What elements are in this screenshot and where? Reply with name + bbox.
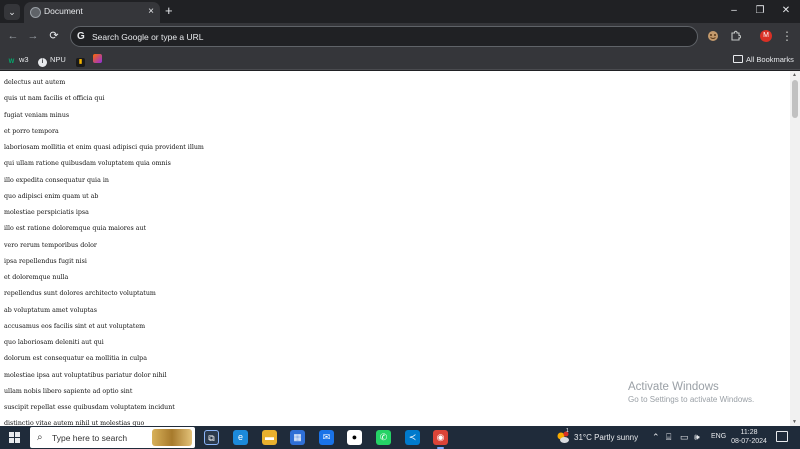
forward-button[interactable]: →	[25, 28, 41, 44]
search-highlight-image	[152, 429, 192, 446]
list-item: quo laboriosam deleniti aut qui	[4, 339, 104, 346]
chrome-menu-icon[interactable]: ⋮	[779, 28, 795, 44]
reload-button[interactable]: ⟳	[46, 28, 62, 44]
npu-icon: i	[38, 58, 47, 67]
scroll-up-arrow-icon[interactable]: ▲	[792, 72, 797, 78]
list-item: ab voluptatum amet voluptas	[4, 306, 98, 314]
tab-search-chevron-icon[interactable]: ⌄	[4, 4, 20, 20]
mail-icon[interactable]: ✉	[319, 430, 334, 445]
list-item: et porro tempora	[4, 127, 59, 135]
list-item: illo est ratione doloremque quia maiores…	[4, 225, 147, 233]
list-item: et doloremque nulla	[4, 274, 69, 281]
activate-windows-title: Activate Windows	[628, 381, 719, 393]
bookmark-icon-4	[93, 54, 102, 63]
back-button[interactable]: ←	[5, 28, 21, 44]
task-view-icon[interactable]: ⧉	[204, 430, 219, 445]
clock-time: 11:28	[740, 429, 758, 436]
weather-alert-badge: 1	[566, 428, 569, 434]
list-item: dolorum est consequatur ea mollitia in c…	[4, 355, 147, 363]
folder-icon	[733, 55, 743, 63]
omnibox-placeholder: Search Google or type a URL	[92, 32, 204, 42]
scroll-thumb[interactable]	[792, 80, 798, 118]
google-icon: G	[77, 31, 85, 42]
globe-icon	[30, 7, 41, 18]
bookmark-w3[interactable]: Ww3	[7, 54, 29, 66]
taskbar-search-placeholder: Type here to search	[52, 433, 128, 443]
list-item: laboriosam mollitia et enim quasi adipis…	[4, 144, 204, 151]
battery-icon[interactable]: ▭	[680, 431, 689, 444]
language-indicator[interactable]: ENG	[711, 433, 726, 440]
extension-cookie-icon[interactable]	[705, 28, 721, 44]
file-explorer-icon[interactable]: ▬	[262, 430, 277, 445]
notification-icon[interactable]	[776, 431, 788, 442]
tab-strip: ⌄ Document × + – ❐ ✕	[0, 0, 800, 23]
chrome-icon[interactable]: ◉	[433, 430, 448, 449]
edge-icon[interactable]: e	[233, 430, 248, 445]
taskbar-search-box[interactable]: ⌕ Type here to search	[30, 427, 195, 448]
clock[interactable]: 11:28 08-07-2024	[729, 428, 769, 446]
list-item: quo adipisci enim quam ut ab	[4, 192, 99, 200]
list-item: repellendus sunt dolores architecto volu…	[4, 290, 156, 298]
page-content: delectus aut autem quis ut nam facilis et…	[0, 71, 790, 426]
w3-icon: W	[8, 59, 15, 65]
volume-icon[interactable]: 🕪	[694, 431, 700, 444]
clock-date: 08-07-2024	[731, 438, 767, 445]
list-item: accusamus eos facilis sint et aut volupt…	[4, 322, 146, 330]
list-item: molestiae perspiciatis ipsa	[4, 209, 89, 216]
list-item: qui ullam ratione quibusdam voluptatem q…	[4, 160, 171, 168]
extensions-puzzle-icon[interactable]	[727, 28, 743, 44]
weather-text[interactable]: 31°C Partly sunny	[574, 432, 638, 443]
list-item: molestiae ipsa aut voluptatibus pariatur…	[4, 371, 167, 379]
chevron-up-icon[interactable]: ⌃	[652, 431, 660, 444]
bookmark-4[interactable]	[93, 54, 105, 66]
list-item: quis ut nam facilis et officia qui	[4, 95, 105, 103]
minimize-button[interactable]: –	[724, 3, 744, 19]
page-scrollbar[interactable]: ▲ ▼	[790, 71, 800, 426]
activate-windows-subtitle: Go to Settings to activate Windows.	[628, 395, 755, 404]
microsoft-store-icon[interactable]: ▦	[290, 430, 305, 445]
bookmark-npu[interactable]: i NPU	[38, 54, 66, 67]
bookmark-3[interactable]: ▮	[76, 54, 88, 67]
whatsapp-icon[interactable]: ✆	[376, 430, 391, 445]
list-item: ipsa repellendus fugit nisi	[4, 257, 87, 265]
list-item: suscipit repellat esse quibusdam volupta…	[4, 404, 175, 411]
search-icon: ⌕	[37, 432, 43, 443]
all-bookmarks-button[interactable]: All Bookmarks	[733, 54, 794, 66]
bookmark-icon-3: ▮	[76, 58, 85, 67]
list-item: fugiat veniam minus	[4, 111, 70, 119]
browser-toolbar: ← → ⟳ G Search Google or type a URL ⋮	[0, 23, 800, 50]
close-window-button[interactable]: ✕	[776, 3, 796, 19]
new-tab-button[interactable]: +	[165, 3, 173, 19]
scroll-down-arrow-icon[interactable]: ▼	[792, 419, 797, 425]
omnibox[interactable]: G Search Google or type a URL	[70, 26, 698, 47]
vscode-icon[interactable]: ≺	[405, 430, 420, 445]
list-item: ullam nobis libero sapiente ad optio sin…	[4, 387, 133, 395]
bookmarks-bar: Ww3 i NPU ▮ All Bookmarks	[0, 50, 800, 70]
list-item: illo expedita consequatur quia in	[4, 176, 109, 184]
tab-document[interactable]: Document ×	[24, 2, 160, 23]
taskbar: ⌕ Type here to search ⧉ e ▬ ▦ ✉ ● ✆ ≺ ◉ 1 31°C P…	[0, 426, 800, 449]
github-icon[interactable]: ●	[347, 430, 362, 445]
profile-avatar[interactable]: M	[760, 30, 772, 42]
restore-button[interactable]: ❐	[750, 3, 770, 19]
network-icon[interactable]: ⌸	[666, 431, 671, 444]
tab-title: Document	[44, 6, 83, 16]
windows-start-icon[interactable]	[9, 432, 20, 443]
list-item: vero rerum temporibus dolor	[4, 241, 97, 249]
list-item: delectus aut autem	[4, 79, 66, 86]
tab-close-icon[interactable]: ×	[148, 5, 154, 18]
